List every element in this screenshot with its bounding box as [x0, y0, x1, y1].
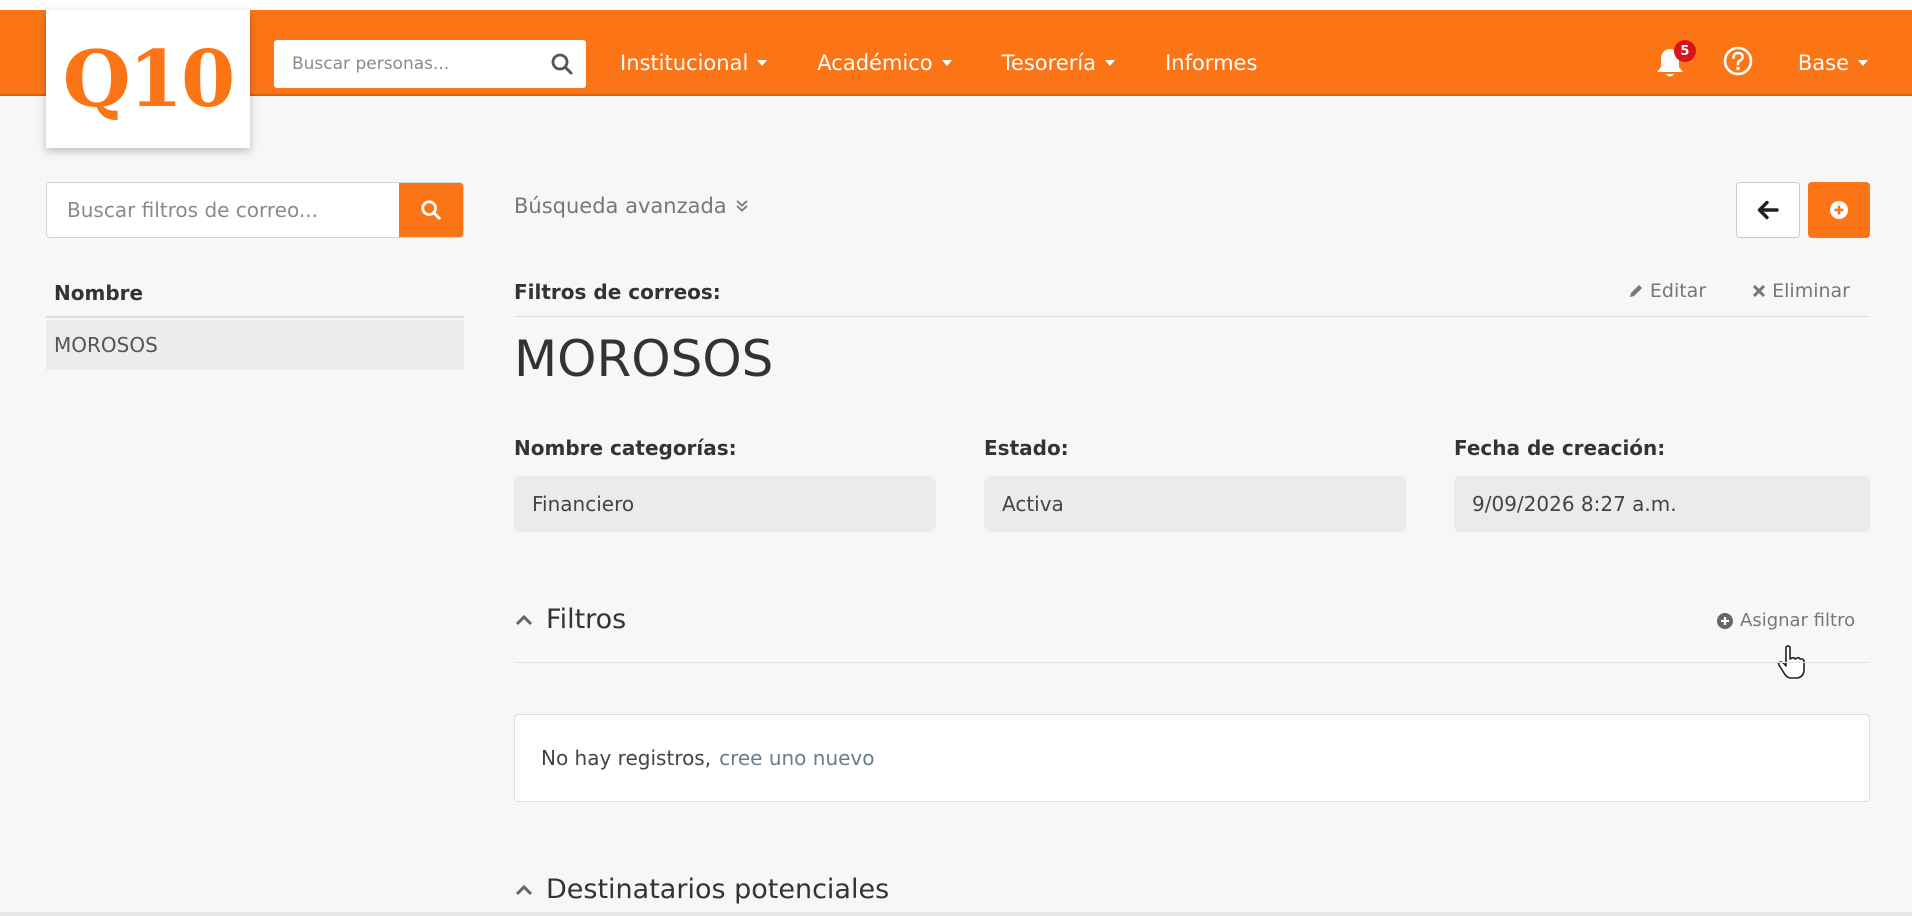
empty-text: No hay registros,: [541, 746, 712, 770]
assign-filter-label: Asignar filtro: [1740, 610, 1856, 631]
field-label-created: Fecha de creación:: [1454, 436, 1666, 460]
list-item-label: MOROSOS: [54, 333, 158, 357]
filter-search-button[interactable]: [399, 183, 463, 237]
app-logo[interactable]: Q10: [46, 10, 250, 148]
user-menu[interactable]: Base: [1798, 51, 1868, 75]
window-bottom-edge: [0, 912, 1912, 916]
chevron-up-icon: [515, 884, 533, 895]
section-label: Filtros de correos:: [514, 280, 721, 304]
filters-section-title: Filtros: [546, 604, 627, 635]
divider: [514, 662, 1870, 663]
chevron-up-icon: [515, 614, 533, 625]
notifications-button[interactable]: 5: [1654, 40, 1696, 80]
top-navbar: Institucional Académico Tesorería Inform…: [0, 10, 1912, 96]
caret-down-icon: [757, 60, 768, 66]
menu-academico[interactable]: Académico: [817, 51, 952, 75]
menu-informes[interactable]: Informes: [1165, 51, 1257, 75]
empty-state: No hay registros, cree uno nuevo: [514, 714, 1870, 802]
add-button[interactable]: [1808, 182, 1870, 238]
menu-label: Informes: [1165, 51, 1258, 75]
close-icon: [1753, 284, 1766, 298]
menu-label: Institucional: [620, 51, 749, 75]
people-search[interactable]: [274, 40, 586, 88]
filter-search: [46, 182, 464, 238]
delete-button[interactable]: Eliminar: [1752, 280, 1850, 302]
menu-tesoreria[interactable]: Tesorería: [1001, 51, 1116, 75]
assign-filter-button[interactable]: Asignar filtro: [1716, 610, 1855, 631]
arrow-left-icon: [1757, 200, 1779, 220]
pencil-icon: [1629, 285, 1642, 297]
caret-down-icon: [1105, 60, 1116, 66]
recipients-section-title: Destinatarios potenciales: [546, 874, 890, 905]
user-label: Base: [1797, 51, 1849, 75]
help-icon[interactable]: [1722, 45, 1754, 81]
field-value-status: Activa: [984, 476, 1406, 532]
menu-label: Tesorería: [1001, 51, 1097, 75]
search-icon: [421, 200, 441, 220]
notification-badge: 5: [1673, 40, 1696, 62]
field-value-category: Financiero: [514, 476, 936, 532]
navbar-right: 5 Base: [1654, 20, 1912, 106]
recipients-section-toggle[interactable]: Destinatarios potenciales: [514, 874, 889, 905]
logo-text: Q10: [62, 33, 235, 125]
window-top-margin: [0, 0, 1912, 10]
menu-institucional[interactable]: Institucional: [620, 51, 768, 75]
filters-section-toggle[interactable]: Filtros: [514, 604, 626, 635]
field-value-created: 9/09/2026 8:27 a.m.: [1454, 476, 1870, 532]
plus-circle-icon: [1830, 201, 1848, 219]
filter-search-input[interactable]: [47, 183, 399, 237]
edit-button[interactable]: Editar: [1628, 280, 1706, 302]
plus-circle-icon: [1717, 612, 1733, 629]
hand-pointer-icon: [1776, 644, 1806, 684]
menu-label: Académico: [817, 51, 933, 75]
double-chevron-down-icon: [736, 200, 748, 212]
search-icon[interactable]: [550, 52, 574, 80]
field-label-category: Nombre categorías:: [514, 436, 737, 460]
list-item[interactable]: MOROSOS: [46, 320, 464, 370]
advanced-search-toggle[interactable]: Búsqueda avanzada: [514, 194, 749, 218]
advanced-search-label: Búsqueda avanzada: [514, 194, 727, 218]
divider: [514, 316, 1870, 317]
people-search-input[interactable]: [274, 54, 534, 74]
back-button[interactable]: [1736, 182, 1800, 238]
field-label-status: Estado:: [984, 436, 1069, 460]
main-menu: Institucional Académico Tesorería Inform…: [620, 20, 1307, 106]
delete-label: Eliminar: [1772, 280, 1850, 302]
caret-down-icon: [941, 60, 952, 66]
record-actions: Editar Eliminar: [1582, 280, 1850, 302]
caret-down-icon: [1858, 60, 1868, 66]
record-title: MOROSOS: [514, 330, 774, 388]
create-new-link[interactable]: cree uno nuevo: [719, 746, 874, 770]
list-column-header[interactable]: Nombre: [46, 270, 464, 318]
edit-label: Editar: [1649, 280, 1707, 302]
